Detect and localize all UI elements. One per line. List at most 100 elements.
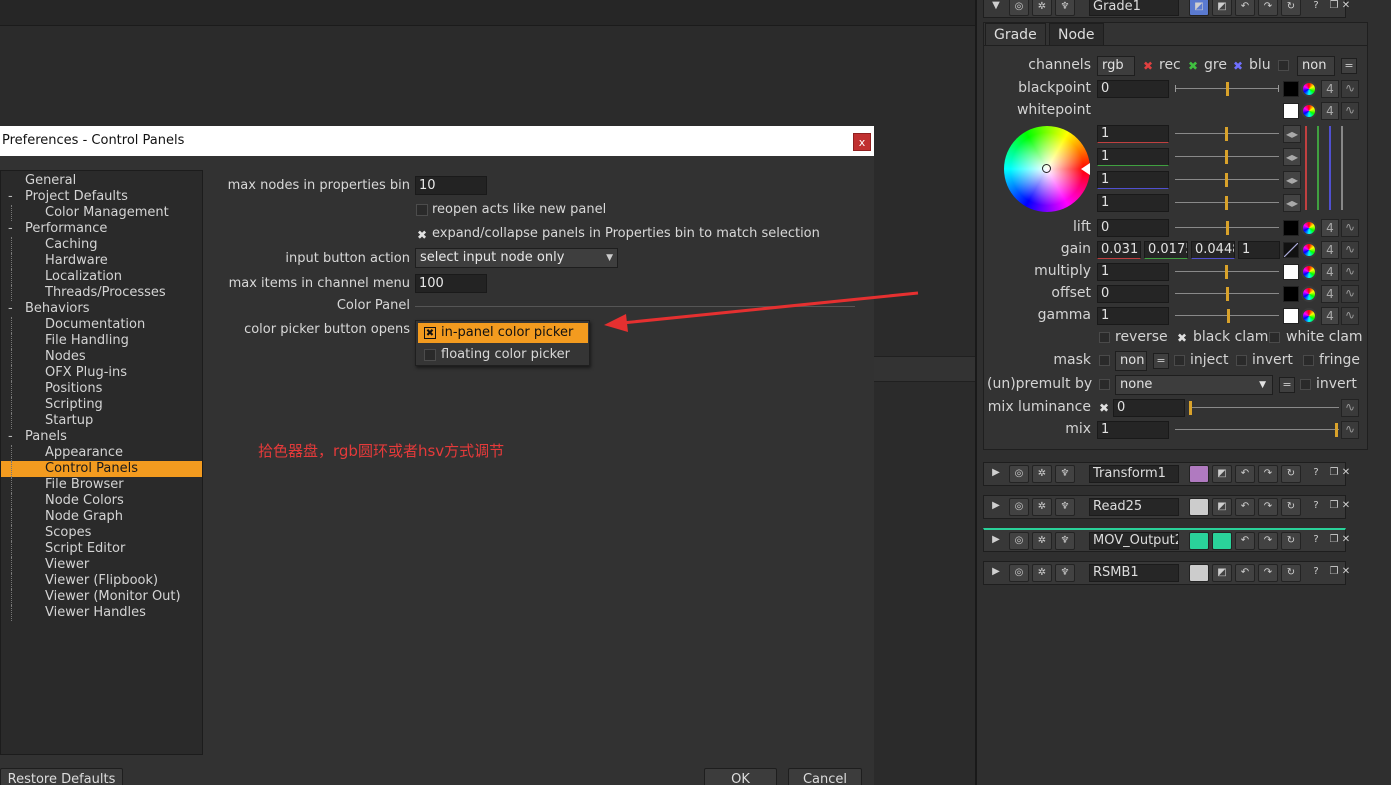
bug-icon[interactable]: ✲ [1032, 498, 1052, 516]
tab-grade[interactable]: Grade [985, 23, 1046, 45]
viewer-icon[interactable]: ◎ [1009, 532, 1029, 550]
tree-item[interactable]: OFX Plug-ins [1, 365, 202, 381]
tree-item[interactable]: Node Colors [1, 493, 202, 509]
channel-split-button[interactable]: 4 [1321, 102, 1339, 120]
cancel-button[interactable]: Cancel [788, 768, 862, 785]
white-clamp-checkbox[interactable] [1269, 332, 1280, 343]
node-name[interactable]: MOV_Output2 [1089, 532, 1179, 550]
pin-icon[interactable]: ♆ [1055, 532, 1075, 550]
channel-extra-checkbox[interactable] [1278, 60, 1289, 71]
color-wheel-cursor[interactable] [1042, 164, 1051, 173]
max-nodes-input[interactable]: 10 [415, 176, 487, 195]
viewer-icon[interactable]: ◎ [1009, 564, 1029, 582]
close-icon[interactable]: ✕ [1340, 532, 1352, 550]
tree-item[interactable]: Node Graph [1, 509, 202, 525]
whitepoint-r-input[interactable]: 1 [1097, 125, 1169, 143]
tree-item[interactable]: - Behaviors [1, 301, 202, 317]
unpremult-checkbox[interactable] [1099, 379, 1110, 390]
channels-dropdown[interactable]: rgb [1097, 56, 1135, 76]
mix-luminance-slider[interactable] [1189, 400, 1339, 416]
tree-item[interactable]: Viewer (Monitor Out) [1, 589, 202, 605]
input-action-dropdown[interactable]: select input node only ▼ [415, 248, 618, 268]
viewer-icon[interactable]: ◎ [1009, 465, 1029, 483]
bug-icon[interactable]: ✲ [1032, 465, 1052, 483]
node-color-icon[interactable] [1189, 564, 1209, 582]
g-vertical-slider[interactable] [1317, 126, 1319, 210]
viewer-icon[interactable]: ◎ [1009, 498, 1029, 516]
undo-icon[interactable]: ↶ [1235, 465, 1255, 483]
option-in-panel-picker[interactable]: ✖ in-panel color picker [418, 323, 588, 343]
offset-input[interactable]: 0 [1097, 285, 1169, 303]
collapse-toggle-icon[interactable]: - [8, 189, 13, 205]
restore-defaults-button[interactable]: Restore Defaults [0, 768, 123, 785]
node-color-alt-icon[interactable]: ◩ [1212, 465, 1232, 483]
color-wheel-icon[interactable] [1301, 264, 1317, 280]
tree-item[interactable]: Localization [1, 269, 202, 285]
lift-slider[interactable] [1175, 220, 1279, 236]
mix-luminance-check-icon[interactable]: ✖ [1099, 402, 1109, 414]
tab-node[interactable]: Node [1049, 23, 1104, 45]
tree-item[interactable]: File Handling [1, 333, 202, 349]
undo-icon[interactable]: ↶ [1235, 564, 1255, 582]
color-wheel-icon[interactable] [1301, 286, 1317, 302]
help-icon[interactable]: ? [1306, 532, 1326, 550]
multiply-swatch[interactable] [1283, 264, 1299, 280]
channel-split-button[interactable]: 4 [1321, 80, 1339, 98]
tree-item[interactable]: Appearance [1, 445, 202, 461]
tree-item[interactable]: Viewer [1, 557, 202, 573]
node-color-alt-icon[interactable]: ◩ [1212, 0, 1232, 16]
close-icon[interactable]: ✕ [1340, 465, 1352, 483]
viewer-icon[interactable]: ◎ [1009, 0, 1029, 16]
ok-button[interactable]: OK [704, 768, 777, 785]
collapse-icon[interactable]: ▼ [986, 0, 1006, 16]
blackpoint-slider[interactable] [1175, 81, 1279, 97]
whitepoint-r-slider[interactable] [1175, 126, 1279, 142]
whitepoint-g-slider[interactable] [1175, 149, 1279, 165]
help-icon[interactable]: ? [1306, 0, 1326, 16]
curve-icon[interactable]: ∿ [1341, 241, 1359, 259]
curve-icon[interactable]: ∿ [1341, 307, 1359, 325]
offset-swatch[interactable] [1283, 286, 1299, 302]
bug-icon[interactable]: ✲ [1032, 564, 1052, 582]
node-name[interactable]: Transform1 [1089, 465, 1179, 483]
inject-checkbox[interactable] [1174, 355, 1185, 366]
color-wheel-icon[interactable] [1301, 103, 1317, 119]
brightness-pointer[interactable] [1081, 163, 1090, 175]
tree-item[interactable]: Scopes [1, 525, 202, 541]
reverse-checkbox[interactable] [1099, 332, 1110, 343]
redo-icon[interactable]: ↷ [1258, 498, 1278, 516]
curve-icon[interactable]: ∿ [1341, 285, 1359, 303]
node-color-icon[interactable] [1189, 465, 1209, 483]
channel-split-button[interactable]: 4 [1321, 241, 1339, 259]
tree-item[interactable]: Startup [1, 413, 202, 429]
arrows-icon[interactable]: ◂▸ [1283, 125, 1301, 143]
help-icon[interactable]: ? [1306, 465, 1326, 483]
tree-item[interactable]: Scripting [1, 397, 202, 413]
gain-swatch[interactable] [1283, 242, 1299, 258]
node-color-alt-icon[interactable]: ◩ [1212, 564, 1232, 582]
pin-icon[interactable]: ♆ [1055, 564, 1075, 582]
redo-icon[interactable]: ↷ [1258, 0, 1278, 16]
curve-icon[interactable]: ∿ [1341, 102, 1359, 120]
lift-input[interactable]: 0 [1097, 219, 1169, 237]
tree-item[interactable]: Positions [1, 381, 202, 397]
revert-icon[interactable]: ↻ [1281, 465, 1301, 483]
expand-icon[interactable]: ▶ [986, 465, 1006, 483]
tree-item[interactable]: - Project Defaults [1, 189, 202, 205]
color-wheel-icon[interactable] [1301, 81, 1317, 97]
mask-checkbox[interactable] [1099, 355, 1110, 366]
gain-r-input[interactable]: 0.031 [1097, 241, 1141, 259]
close-icon[interactable]: ✕ [1340, 498, 1352, 516]
whitepoint-g-input[interactable]: 1 [1097, 148, 1169, 166]
node-name[interactable]: RSMB1 [1089, 564, 1179, 582]
tree-item[interactable]: Caching [1, 237, 202, 253]
close-icon[interactable]: ✕ [1340, 0, 1352, 16]
lift-swatch[interactable] [1283, 220, 1299, 236]
tree-item[interactable]: Script Editor [1, 541, 202, 557]
node-name-grade[interactable]: Grade1 [1089, 0, 1179, 16]
multiply-input[interactable]: 1 [1097, 263, 1169, 281]
channel-split-button[interactable]: 4 [1321, 307, 1339, 325]
node-color-icon[interactable]: ◩ [1189, 0, 1209, 16]
curve-icon[interactable]: ∿ [1341, 421, 1359, 439]
tree-item[interactable]: - Performance [1, 221, 202, 237]
